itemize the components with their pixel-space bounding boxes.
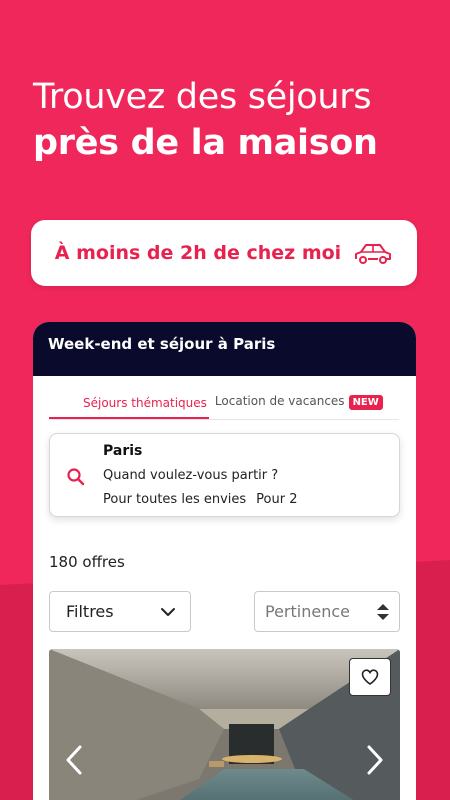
- search-destination[interactable]: Paris: [103, 443, 142, 459]
- search-icon: [67, 468, 85, 486]
- sort-select[interactable]: Pertinence: [254, 591, 400, 632]
- chevron-left-icon[interactable]: [65, 744, 83, 776]
- near-home-label: À moins de 2h de chez moi: [54, 242, 342, 264]
- headline-line-1: Trouvez des séjours: [33, 77, 372, 117]
- favorite-button[interactable]: [349, 658, 391, 696]
- filters-label: Filtres: [66, 602, 114, 621]
- search-box[interactable]: Paris Quand voulez-vous partir ? Pour to…: [49, 433, 400, 517]
- car-icon: [355, 244, 392, 264]
- headline-line-2: près de la maison: [33, 123, 378, 163]
- offers-count: 180 offres: [49, 553, 125, 571]
- search-envies: Pour toutes les envies: [103, 492, 247, 507]
- tab-location-vacances[interactable]: Location de vacances NEW: [209, 394, 385, 419]
- search-guests: Pour 2: [256, 492, 298, 507]
- tab-label: Séjours thématiques: [83, 396, 207, 410]
- chevron-right-icon[interactable]: [366, 744, 384, 776]
- near-home-button[interactable]: À moins de 2h de chez moi: [31, 220, 417, 286]
- filters-button[interactable]: Filtres: [49, 591, 191, 632]
- chevron-down-icon: [161, 608, 175, 616]
- offer-photo[interactable]: [49, 649, 400, 800]
- page-headline: Trouvez des séjours près de la maison: [33, 74, 378, 166]
- pool-image: [49, 649, 400, 800]
- tab-bar: Séjours thématiques Location de vacances…: [49, 388, 399, 420]
- new-badge: NEW: [348, 395, 383, 410]
- sort-placeholder: Pertinence: [265, 602, 350, 621]
- card-title: Week-end et séjour à Paris: [33, 322, 416, 376]
- tab-label: Location de vacances: [214, 394, 345, 408]
- search-preferences[interactable]: Pour toutes les envies Pour 2: [103, 492, 298, 507]
- sort-arrows-icon: [377, 604, 389, 620]
- search-dates[interactable]: Quand voulez-vous partir ?: [103, 468, 278, 483]
- tab-sejours-thematiques[interactable]: Séjours thématiques: [49, 396, 209, 419]
- heart-icon: [361, 669, 379, 685]
- search-card: Week-end et séjour à Paris Séjours théma…: [33, 322, 416, 800]
